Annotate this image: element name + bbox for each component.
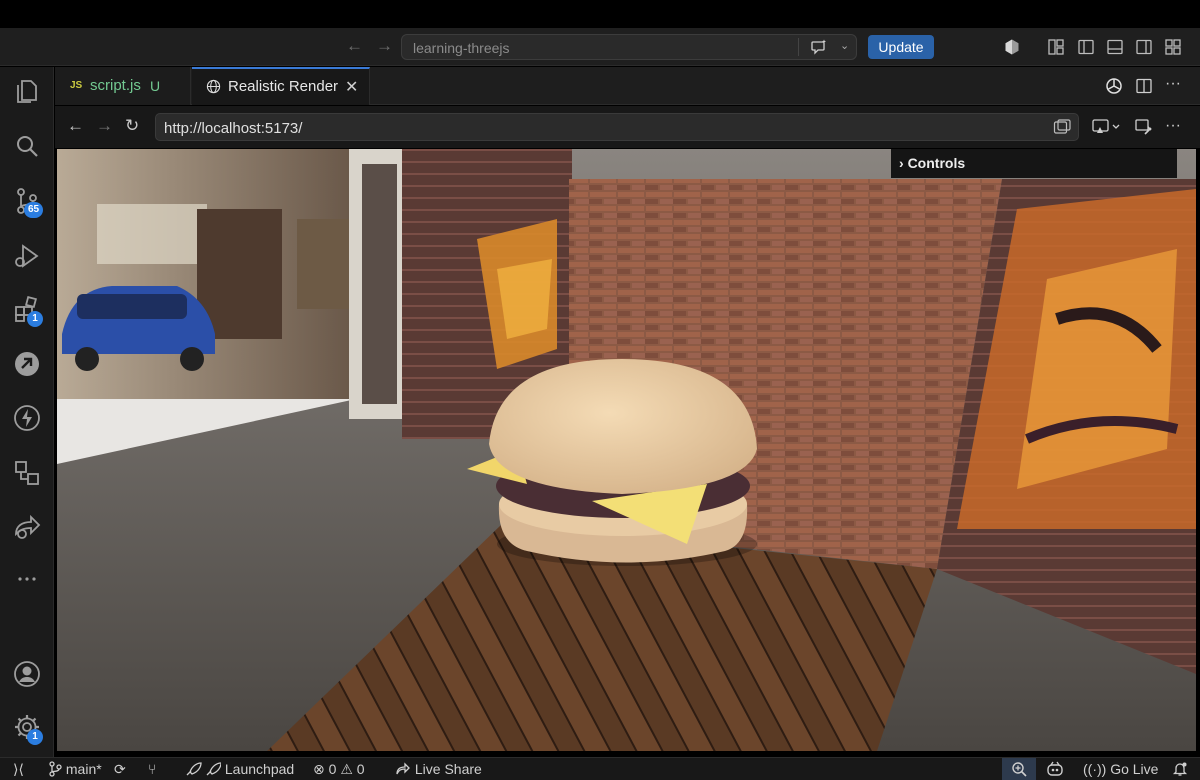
activity-bar: 65 1 1	[0, 67, 54, 757]
top-black-band	[0, 0, 1200, 28]
more-actions-icon[interactable]: ···	[1165, 75, 1181, 93]
copilot-hex-icon[interactable]	[1003, 38, 1021, 56]
remote-indicator-icon[interactable]: ⟩⟨	[13, 761, 24, 778]
sync-icon[interactable]: ⟳	[114, 761, 126, 778]
accounts-icon[interactable]	[12, 659, 42, 689]
forward-arrow-icon[interactable]: →	[376, 37, 393, 55]
back-arrow-icon[interactable]: ←	[346, 37, 363, 55]
bell-icon[interactable]	[1172, 761, 1188, 777]
explorer-files-icon[interactable]	[12, 77, 42, 107]
browser-address-bar: ← → ↻ http://localhost:5173/ ···	[55, 106, 1200, 148]
branch-name: main*	[65, 761, 102, 777]
command-center[interactable]: learning-threejs ⌄	[401, 34, 857, 60]
live-share-status[interactable]: Live Share	[395, 761, 482, 778]
open-external-icon[interactable]	[1053, 119, 1071, 135]
command-center-divider	[798, 38, 799, 56]
browser-back-icon[interactable]: ←	[67, 117, 84, 135]
rocket-icon	[186, 762, 222, 776]
url-input[interactable]: http://localhost:5173/	[155, 113, 1079, 141]
toggle-secondary-sidebar-icon[interactable]	[1135, 38, 1153, 56]
tab-label: script.js	[90, 77, 141, 94]
branch-status[interactable]: main*	[48, 761, 102, 778]
chatgpt-icon[interactable]	[1105, 77, 1123, 95]
render-viewport[interactable]: › Controls	[57, 149, 1196, 751]
layout-customize-icon[interactable]	[1047, 38, 1065, 56]
browser-forward-icon[interactable]: →	[96, 117, 113, 135]
toggle-panel-icon[interactable]	[1106, 38, 1124, 56]
status-bar: ⟩⟨ main* ⟳ ⑂ Launchpad ⊗ 0 ⚠ 0 Live Shar…	[0, 757, 1200, 780]
error-count: 0	[328, 761, 337, 777]
launchpad-status[interactable]: Launchpad	[185, 761, 294, 778]
tab-script-js[interactable]: JS script.js U	[55, 67, 191, 105]
threejs-scene	[57, 149, 1196, 751]
lightning-icon[interactable]	[12, 403, 42, 433]
problems-status[interactable]: ⊗ 0 ⚠ 0	[313, 761, 365, 778]
live-share-icon[interactable]	[12, 512, 42, 542]
url-text: http://localhost:5173/	[164, 120, 303, 137]
command-center-text: learning-threejs	[413, 40, 510, 56]
warning-count: 0	[356, 761, 365, 777]
live-share-label: Live Share	[414, 761, 482, 777]
go-live-label: Go Live	[1110, 761, 1159, 777]
git-branch-icon	[49, 761, 62, 777]
split-editor-icon[interactable]	[1135, 77, 1153, 95]
source-control-badge: 65	[24, 202, 44, 218]
run-debug-icon[interactable]	[12, 241, 42, 271]
more-icon[interactable]	[12, 564, 42, 594]
search-icon[interactable]	[12, 132, 42, 162]
tab-realistic-render[interactable]: Realistic Render ✕	[192, 67, 370, 105]
remote-explorer-icon[interactable]	[12, 349, 42, 379]
editor-tabs: JS script.js U Realistic Render ✕ ···	[55, 67, 1200, 105]
launchpad-label: Launchpad	[224, 761, 295, 777]
zoom-icon	[1012, 762, 1027, 777]
broadcast-icon: ((·))	[1083, 761, 1107, 777]
close-icon[interactable]: ✕	[345, 77, 358, 97]
browser-more-icon[interactable]: ···	[1165, 117, 1181, 135]
controls-title[interactable]: › Controls	[899, 155, 965, 171]
globe-icon	[206, 79, 221, 94]
copilot-icon[interactable]	[1046, 761, 1064, 777]
screencast-dropdown-icon[interactable]	[1092, 118, 1122, 136]
toggle-primary-sidebar-icon[interactable]	[1077, 38, 1095, 56]
js-file-icon: JS	[70, 80, 83, 91]
warning-icon: ⚠	[340, 761, 353, 777]
containers-icon[interactable]	[12, 458, 42, 488]
compare-icon[interactable]: ⑂	[148, 761, 156, 778]
devtools-icon[interactable]	[1135, 118, 1153, 136]
go-live-status[interactable]: ((·)) Go Live	[1083, 761, 1158, 778]
chevron-down-icon[interactable]: ⌄	[840, 39, 849, 52]
settings-badge: 1	[27, 729, 43, 745]
accounts-grid-icon[interactable]	[1164, 38, 1182, 56]
reload-icon[interactable]: ↻	[125, 117, 139, 135]
tab-label: Realistic Render	[228, 78, 339, 95]
update-button[interactable]: Update	[868, 35, 934, 59]
zoom-button[interactable]	[1002, 758, 1036, 780]
chat-icon[interactable]	[810, 38, 828, 56]
untracked-indicator: U	[150, 78, 161, 94]
live-share-status-icon	[396, 762, 410, 775]
controls-label: Controls	[907, 155, 966, 171]
lil-gui-controls-panel[interactable]: › Controls	[891, 149, 1177, 178]
title-bar: ← → learning-threejs ⌄ Update	[0, 28, 1200, 66]
error-icon: ⊗	[313, 761, 325, 777]
extensions-badge: 1	[27, 311, 43, 327]
